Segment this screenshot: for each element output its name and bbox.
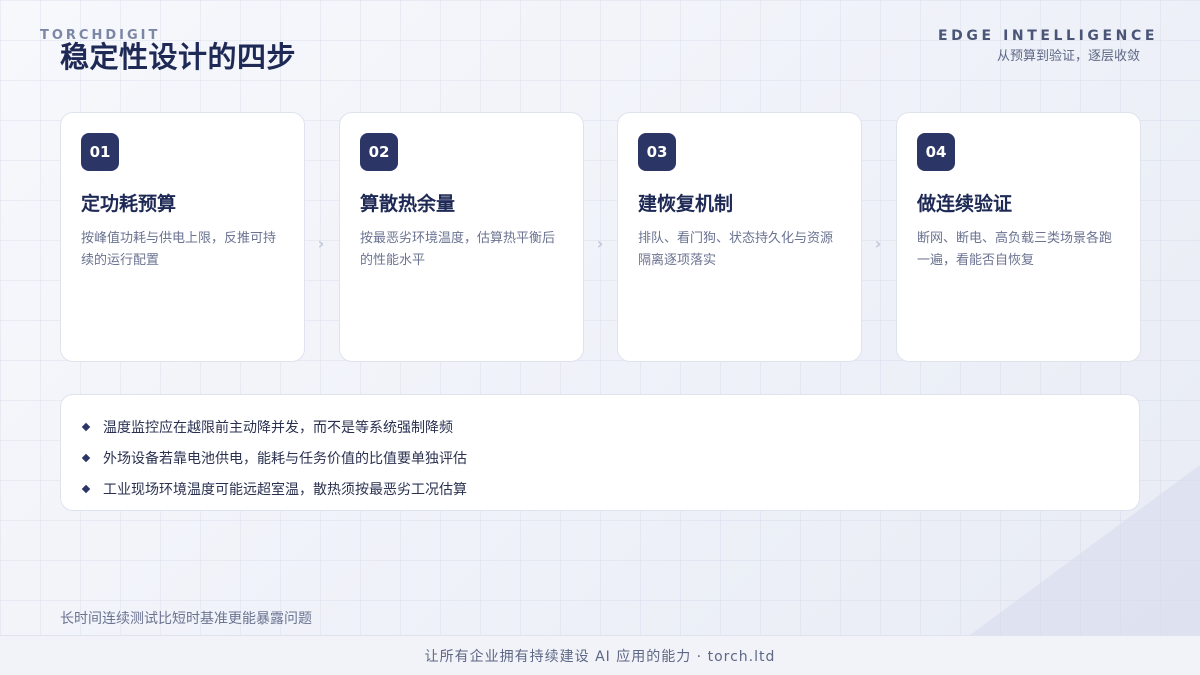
step-number-badge: 04 [917, 133, 955, 171]
header-right: EDGE INTELLIGENCE 从预算到验证，逐层收敛 [938, 28, 1158, 64]
notes-panel: 温度监控应在越限前主动降并发，而不是等系统强制降频 外场设备若靠电池供电，能耗与… [60, 394, 1140, 511]
step-description: 排队、看门狗、状态持久化与资源隔离逐项落实 [638, 231, 834, 268]
note-text: 温度监控应在越限前主动降并发，而不是等系统强制降频 [103, 419, 453, 436]
note-text: 外场设备若靠电池供电，能耗与任务价值的比值要单独评估 [103, 450, 467, 467]
diamond-bullet-icon [81, 484, 91, 493]
diamond-bullet-icon [81, 453, 91, 462]
header-right-subtitle: 从预算到验证，逐层收敛 [996, 49, 1140, 64]
step-title: 做连续验证 [917, 193, 1013, 215]
header-right-title: EDGE INTELLIGENCE [937, 28, 1158, 44]
step-number-badge: 01 [81, 133, 119, 171]
step-card-3: 03 建恢复机制 排队、看门狗、状态持久化与资源隔离逐项落实 [617, 112, 862, 362]
step-number-badge: 03 [638, 133, 676, 171]
page-title: 稳定性设计的四步 [60, 40, 297, 74]
list-item: 外场设备若靠电池供电，能耗与任务价值的比值要单独评估 [81, 442, 1117, 473]
step-card-1: 01 定功耗预算 按峰值功耗与供电上限，反推可持续的运行配置 [60, 112, 305, 362]
step-title: 建恢复机制 [638, 193, 734, 215]
list-item: 工业现场环境温度可能远超室温，散热须按最恶劣工况估算 [81, 473, 1117, 504]
step-description: 按峰值功耗与供电上限，反推可持续的运行配置 [81, 231, 277, 268]
step-card-4: 04 做连续验证 断网、断电、高负载三类场景各跑一遍，看能否自恢复 [896, 112, 1141, 362]
step-title: 算散热余量 [360, 193, 456, 215]
footer: 让所有企业拥有持续建设 AI 应用的能力 · torch.ltd [0, 635, 1200, 675]
step-card-2: 02 算散热余量 按最恶劣环境温度，估算热平衡后的性能水平 [339, 112, 584, 362]
step-description: 断网、断电、高负载三类场景各跑一遍，看能否自恢复 [917, 231, 1113, 268]
step-title: 定功耗预算 [81, 193, 177, 215]
step-number-badge: 02 [360, 133, 398, 171]
steps-row: 01 定功耗预算 按峰值功耗与供电上限，反推可持续的运行配置 › 02 算散热余… [60, 112, 1141, 362]
footnote: 长时间连续测试比短时基准更能暴露问题 [60, 611, 312, 627]
list-item: 温度监控应在越限前主动降并发，而不是等系统强制降频 [81, 411, 1117, 442]
chevron-right-icon: › [596, 234, 604, 253]
step-description: 按最恶劣环境温度，估算热平衡后的性能水平 [360, 231, 556, 268]
chevron-right-icon: › [317, 234, 325, 253]
note-text: 工业现场环境温度可能远超室温，散热须按最恶劣工况估算 [103, 481, 467, 498]
chevron-right-icon: › [874, 234, 882, 253]
diamond-bullet-icon [81, 422, 91, 431]
